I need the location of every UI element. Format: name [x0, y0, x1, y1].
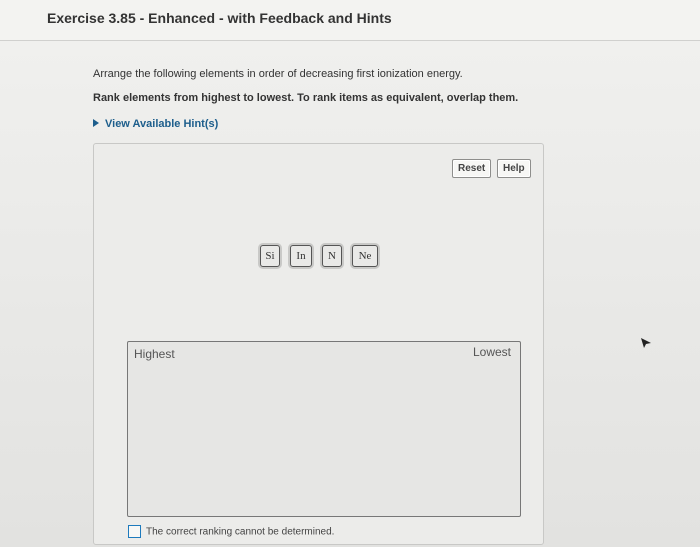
- cannot-determine-row: The correct ranking cannot be determined…: [128, 523, 334, 541]
- page: Exercise 3.85 - Enhanced - with Feedback…: [0, 0, 700, 547]
- highest-label: Highest: [134, 347, 175, 361]
- cannot-determine-label: The correct ranking cannot be determined…: [146, 526, 335, 538]
- expand-triangle-icon: [93, 119, 99, 128]
- cannot-determine-checkbox[interactable]: [128, 525, 141, 539]
- ranking-workspace: Reset Help Si In N Ne Highest Lowest The…: [93, 143, 544, 545]
- question-prompt: Arrange the following elements in order …: [93, 68, 463, 80]
- help-button[interactable]: Help: [497, 159, 531, 178]
- ranking-drop-zone[interactable]: Highest Lowest: [127, 341, 521, 517]
- page-title: Exercise 3.85 - Enhanced - with Feedback…: [47, 10, 392, 26]
- header-bar: Exercise 3.85 - Enhanced - with Feedback…: [0, 0, 700, 41]
- mouse-pointer-icon: [641, 338, 651, 348]
- reset-button[interactable]: Reset: [452, 159, 492, 178]
- view-hints-label: View Available Hint(s): [105, 118, 219, 130]
- element-tile-si[interactable]: Si: [260, 245, 280, 267]
- element-tile-n[interactable]: N: [322, 245, 342, 267]
- element-tile-in[interactable]: In: [290, 245, 312, 267]
- view-hints-link[interactable]: View Available Hint(s): [93, 118, 218, 130]
- ranking-instructions: Rank elements from highest to lowest. To…: [93, 92, 519, 104]
- lowest-label: Lowest: [472, 345, 511, 359]
- element-tile-ne[interactable]: Ne: [352, 245, 378, 267]
